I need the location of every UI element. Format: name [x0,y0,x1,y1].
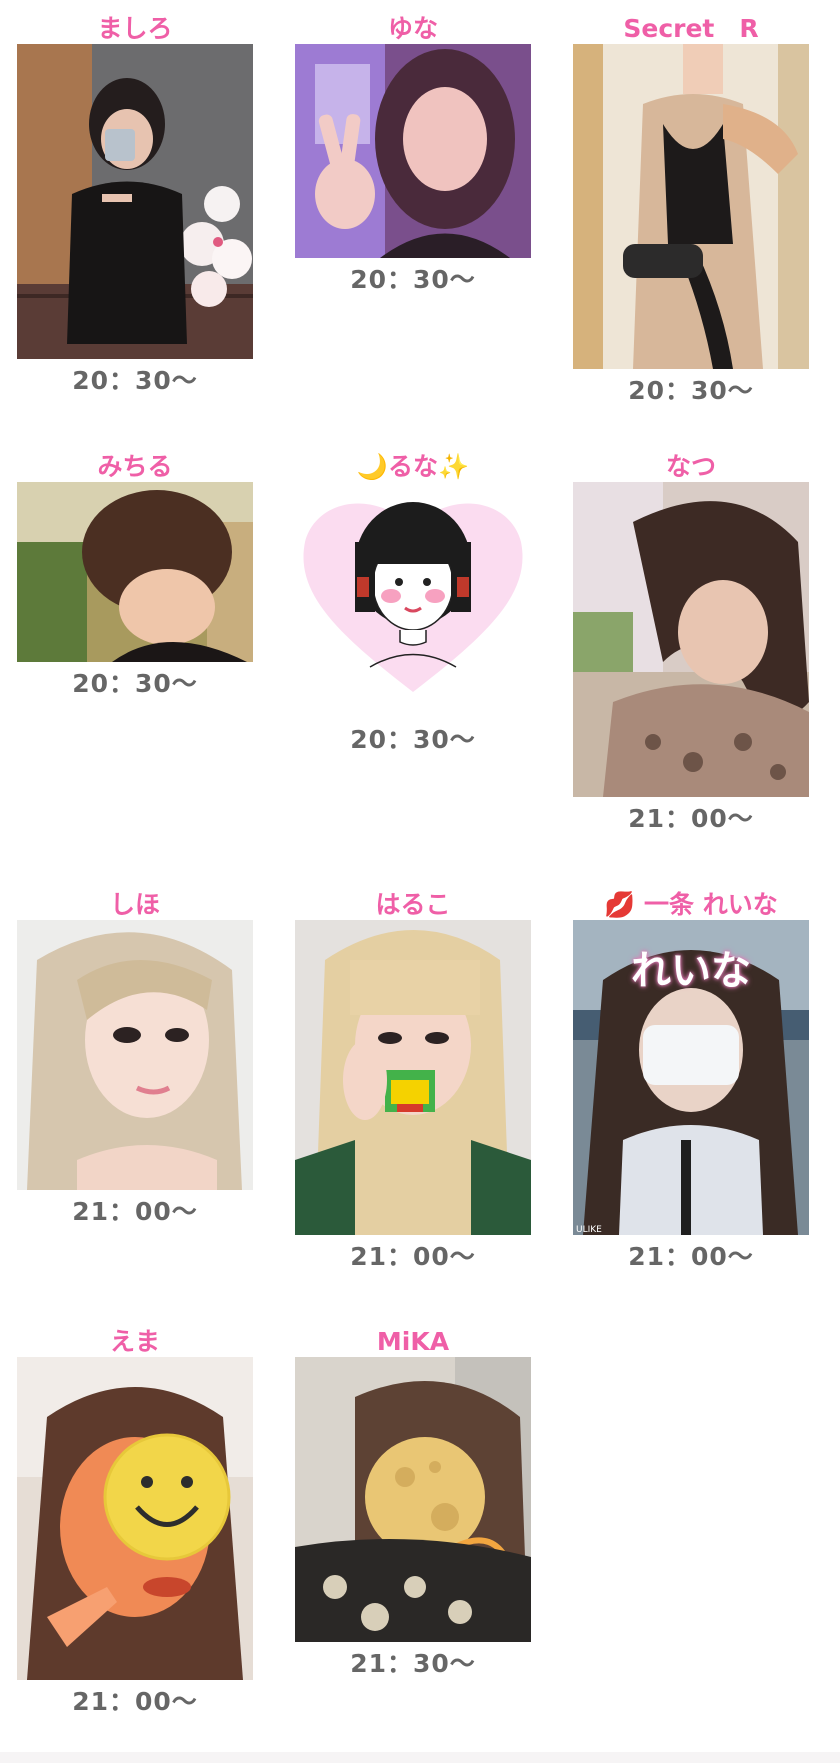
cast-name[interactable]: ましろ [5,14,265,44]
cast-name[interactable]: はるこ [283,890,543,920]
photo-overlay-name: れいな [631,948,751,994]
cast-card[interactable]: MiKA 21：30〜 [295,1327,531,1680]
cast-photo[interactable] [17,920,253,1190]
cast-start-time: 20：30〜 [72,669,198,698]
cast-start-time: 20：30〜 [350,265,476,294]
cast-card[interactable]: ましろ 20：30〜 [17,14,253,397]
cast-photo[interactable]: ULIKE れいな [573,920,809,1235]
cast-photo[interactable] [295,1357,531,1642]
cast-photo[interactable] [573,44,809,369]
cast-card[interactable]: えま 21：00〜 [17,1327,253,1718]
cast-start-time: 20：30〜 [628,376,754,405]
cast-photo[interactable] [295,482,531,718]
cast-start-time: 21：00〜 [72,1687,198,1716]
cast-card[interactable]: Secret R 20：30〜 [573,14,809,407]
cast-start-time: 21：00〜 [628,1242,754,1271]
cast-card[interactable]: みちる 20：30〜 [17,452,253,700]
cast-schedule-grid: ましろ 20：30〜 ゆな 20：30〜 Secret R 20：30〜 みちる… [0,0,840,1763]
cast-photo[interactable] [17,44,253,359]
cast-card[interactable]: なつ 21：00〜 [573,452,809,835]
cast-start-time: 20：30〜 [350,725,476,754]
cast-name[interactable]: MiKA [283,1327,543,1357]
cast-card[interactable]: はるこ 21：00〜 [295,890,531,1273]
cast-photo[interactable] [295,920,531,1235]
cast-name[interactable]: みちる [5,452,265,482]
cast-start-time: 21：00〜 [350,1242,476,1271]
cast-name[interactable]: ゆな [283,14,543,44]
cast-start-time: 21：00〜 [628,804,754,833]
page-bottom-strip [0,1752,840,1763]
photo-corner-watermark: ULIKE [576,1225,602,1235]
cast-card[interactable]: 🌙るな✨ 20：30〜 [295,452,531,756]
cast-name[interactable]: 🌙るな✨ [283,452,543,482]
cast-name[interactable]: えま [5,1327,265,1357]
cast-photo[interactable] [573,482,809,797]
cast-name[interactable]: Secret R [561,14,821,44]
cast-photo[interactable] [17,1357,253,1680]
cast-photo[interactable] [17,482,253,662]
cast-start-time: 20：30〜 [72,366,198,395]
cast-name[interactable]: なつ [561,452,821,482]
cast-card[interactable]: 💋 一条 れいな ULIKE れいな 21：00〜 [573,890,809,1273]
cast-start-time: 21：30〜 [350,1649,476,1678]
cast-card[interactable]: ゆな 20：30〜 [295,14,531,296]
cast-start-time: 21：00〜 [72,1197,198,1226]
cast-name[interactable]: 💋 一条 れいな [561,890,821,920]
cast-card[interactable]: しほ 21：00〜 [17,890,253,1228]
cast-photo[interactable] [295,44,531,258]
cast-name[interactable]: しほ [5,890,265,920]
